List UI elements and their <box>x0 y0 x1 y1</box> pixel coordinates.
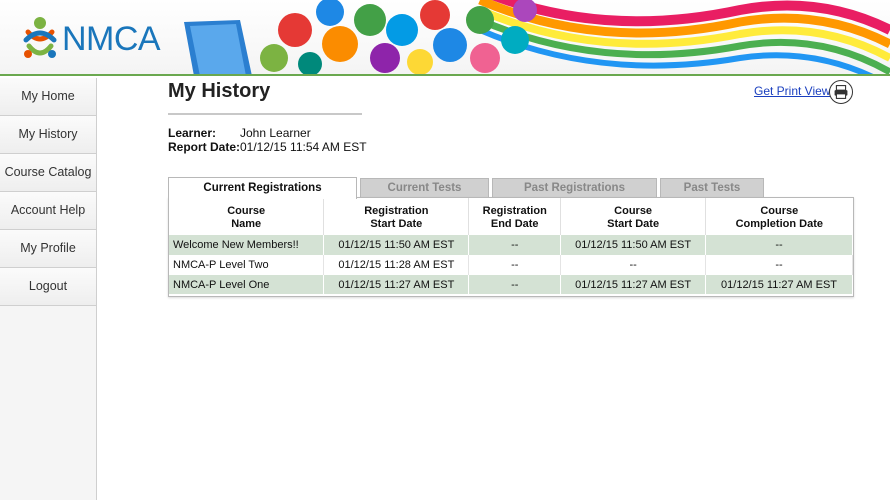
tab-current-registrations[interactable]: Current Registrations <box>168 177 357 199</box>
title-divider <box>168 113 362 115</box>
column-header-registration-end-date[interactable]: Registration End Date <box>468 198 562 235</box>
logo-mark-icon <box>23 17 57 58</box>
registration-start-cell: 01/12/15 11:50 AM EST <box>323 235 470 255</box>
course-start-cell: 01/12/15 11:27 AM EST <box>560 275 707 296</box>
sidebar-item-logout[interactable]: Logout <box>0 268 96 306</box>
header-bar: NMCA <box>0 0 890 76</box>
page-title: My History <box>168 80 271 102</box>
history-tabs: Current Registrations Current Tests Past… <box>168 177 854 199</box>
registrations-table: Course Name Registration Start Date Regist… <box>169 198 853 296</box>
sidebar: My Home My History Course Catalog Accoun… <box>0 78 97 500</box>
course-completion-cell: -- <box>705 255 853 275</box>
table-row[interactable]: Welcome New Members!! 01/12/15 11:50 AM … <box>169 235 853 255</box>
sidebar-item-my-history[interactable]: My History <box>0 116 96 154</box>
tab-past-registrations[interactable]: Past Registrations <box>492 178 657 197</box>
nmca-logo[interactable]: NMCA <box>20 16 161 62</box>
tab-current-tests[interactable]: Current Tests <box>360 178 489 197</box>
logo-text: NMCA <box>62 20 161 58</box>
registration-end-cell: -- <box>468 275 562 296</box>
learner-label: Learner: <box>168 126 217 140</box>
course-completion-cell: -- <box>705 235 853 255</box>
registration-end-cell: -- <box>468 255 562 275</box>
course-name-cell[interactable]: NMCA-P Level Two <box>169 255 325 275</box>
column-header-course-name[interactable]: Course Name <box>169 198 325 235</box>
report-date-value: 01/12/15 11:54 AM EST <box>240 140 367 154</box>
column-header-course-start-date[interactable]: Course Start Date <box>560 198 707 235</box>
report-date-row: Report Date:01/12/15 11:54 AM EST <box>168 140 367 154</box>
get-print-view-link[interactable]: Get Print View <box>754 84 830 98</box>
table-header-row: Course Name Registration Start Date Regist… <box>169 198 853 235</box>
tab-past-tests[interactable]: Past Tests <box>660 178 764 197</box>
table-row[interactable]: NMCA-P Level Two 01/12/15 11:28 AM EST -… <box>169 255 853 275</box>
registration-end-cell: -- <box>468 235 562 255</box>
course-completion-cell: 01/12/15 11:27 AM EST <box>705 275 853 296</box>
registrations-table-panel: Course Name Registration Start Date Regist… <box>168 197 854 297</box>
course-name-cell[interactable]: NMCA-P Level One <box>169 275 325 296</box>
course-name-cell[interactable]: Welcome New Members!! <box>169 235 325 255</box>
report-meta: Learner: John Learner Report Date:01/12/1… <box>168 126 367 154</box>
course-start-cell: 01/12/15 11:50 AM EST <box>560 235 707 255</box>
learner-value: John Learner <box>240 126 311 140</box>
sidebar-item-my-home[interactable]: My Home <box>0 78 96 116</box>
sidebar-item-my-profile[interactable]: My Profile <box>0 230 96 268</box>
learner-row: Learner: John Learner <box>168 126 367 140</box>
sidebar-item-course-catalog[interactable]: Course Catalog <box>0 154 96 192</box>
registration-start-cell: 01/12/15 11:27 AM EST <box>323 275 470 296</box>
sidebar-item-account-help[interactable]: Account Help <box>0 192 96 230</box>
column-header-registration-start-date[interactable]: Registration Start Date <box>323 198 470 235</box>
printer-icon[interactable] <box>829 80 853 104</box>
table-row[interactable]: NMCA-P Level One 01/12/15 11:27 AM EST -… <box>169 275 853 296</box>
course-start-cell: -- <box>560 255 707 275</box>
registration-start-cell: 01/12/15 11:28 AM EST <box>323 255 470 275</box>
report-date-label: Report Date: <box>168 140 241 154</box>
column-header-course-completion-date[interactable]: Course Completion Date <box>706 198 853 235</box>
header-banner-graphic <box>184 0 890 74</box>
